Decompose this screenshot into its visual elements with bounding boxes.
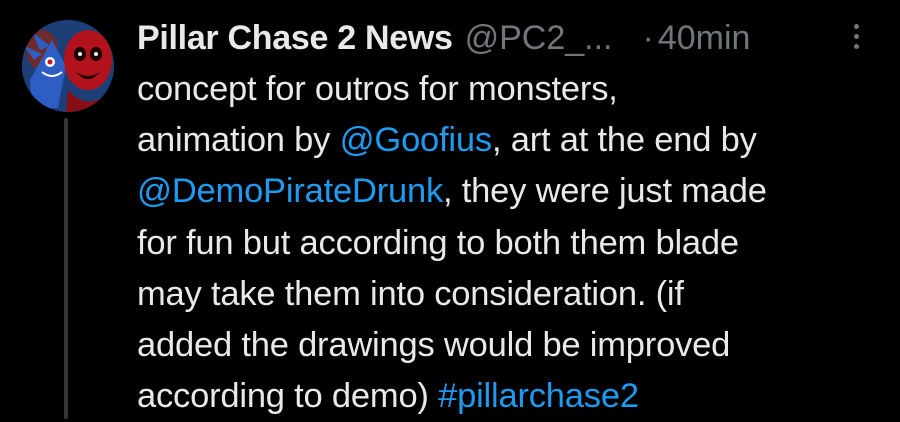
separator-dot: ·: [642, 18, 654, 57]
thread-connector-line: [64, 118, 68, 419]
tweet-text-line: for fun but according to both them blade: [137, 218, 877, 269]
avatar-image: [22, 20, 114, 112]
text-segment: , they were just made: [443, 172, 767, 211]
text-segment: concept for outros for monsters,: [137, 70, 618, 108]
more-dot: [853, 24, 859, 29]
more-dot: [853, 44, 859, 49]
author-avatar[interactable]: [22, 20, 114, 112]
mention-link-goofius[interactable]: @Goofius: [340, 121, 493, 159]
tweet-header: Pillar Chase 2 News @PC2_... · 40min: [137, 12, 877, 64]
text-segment: added the drawings would be improved: [137, 325, 731, 364]
text-segment: animation by: [137, 121, 340, 160]
tweet-text: concept for outros for monsters, animati…: [137, 64, 877, 422]
text-segment: according to demo): [137, 377, 439, 416]
author-handle[interactable]: @PC2_...: [465, 19, 613, 58]
text-segment: , art at the end by: [491, 121, 757, 160]
author-name[interactable]: Pillar Chase 2 News: [137, 19, 453, 58]
tweet-timestamp[interactable]: 40min: [658, 19, 751, 58]
tweet-text-line: @DemoPirateDrunk, they were just made: [137, 166, 877, 217]
tweet-text-line: animation by @Goofius, art at the end by: [137, 115, 877, 166]
tweet-card[interactable]: Pillar Chase 2 News @PC2_... · 40min con…: [0, 0, 900, 419]
text-segment: for fun but according to both them blade: [137, 223, 739, 262]
tweet-text-line: added the drawings would be improved: [137, 320, 877, 371]
mention-link-demopiratedrunk[interactable]: @DemoPirateDrunk: [137, 172, 443, 210]
text-segment: may take them into consideration. (if: [137, 274, 684, 313]
more-dot: [853, 34, 859, 39]
tweet-text-line: may take them into consideration. (if: [137, 269, 877, 320]
tweet-text-line: according to demo) #pillarchase2: [137, 371, 877, 422]
hashtag-link-pillarchase2[interactable]: #pillarchase2: [438, 377, 639, 415]
more-vertical-icon[interactable]: [848, 24, 864, 54]
tweet-text-line: concept for outros for monsters,: [137, 64, 877, 115]
